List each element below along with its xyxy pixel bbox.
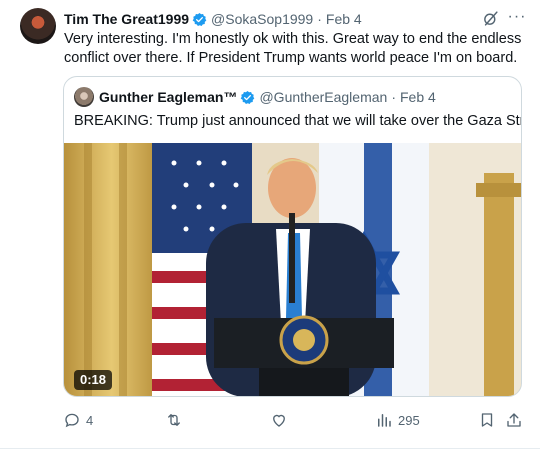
author-avatar[interactable]	[20, 8, 56, 44]
quoted-header: Gunther Eagleman™ @GuntherEagleman · Feb…	[74, 87, 436, 107]
tweet[interactable]: Tim The Great1999 @SokaSop1999 · Feb 4 ·…	[0, 0, 540, 449]
repost-button[interactable]	[165, 408, 188, 432]
separator-dot: ·	[317, 11, 322, 27]
like-icon	[273, 414, 285, 427]
views-count: 295	[398, 412, 420, 428]
views-icon	[378, 414, 391, 427]
video-player[interactable]: 0:18	[64, 143, 521, 396]
share-button[interactable]	[505, 408, 523, 432]
share-icon	[507, 413, 521, 427]
tweet-header: Tim The Great1999 @SokaSop1999 · Feb 4	[64, 9, 362, 29]
views-button[interactable]: 295	[375, 408, 420, 432]
quoted-author-name: Gunther Eagleman™	[99, 89, 238, 105]
quoted-tweet[interactable]: Gunther Eagleman™ @GuntherEagleman · Feb…	[63, 76, 522, 397]
author-handle[interactable]: @SokaSop1999	[211, 11, 313, 27]
more-icon[interactable]: ···	[506, 8, 528, 26]
quoted-date: Feb 4	[399, 89, 436, 105]
grok-icon[interactable]	[482, 10, 499, 27]
video-duration: 0:18	[74, 370, 113, 390]
action-bar: 4 295	[0, 408, 540, 432]
tweet-date[interactable]: Feb 4	[326, 11, 362, 27]
tweet-text: Very interesting. I'm honestly ok with t…	[64, 31, 522, 66]
reply-icon	[65, 413, 79, 428]
separator-dot: ·	[391, 89, 396, 105]
reply-button[interactable]: 4	[63, 408, 93, 432]
like-button[interactable]	[270, 408, 293, 432]
quoted-text: BREAKING: Trump just announced that we w…	[74, 113, 522, 129]
quoted-avatar	[74, 87, 94, 107]
reply-count: 4	[86, 412, 94, 428]
bookmark-icon	[481, 413, 493, 427]
author-name[interactable]: Tim The Great1999	[64, 11, 189, 27]
video-frame-image	[64, 143, 521, 396]
verified-badge-icon	[241, 90, 255, 104]
repost-icon	[168, 414, 180, 426]
quoted-author-handle: @GuntherEagleman	[259, 89, 388, 105]
verified-badge-icon	[192, 12, 207, 26]
bookmark-button[interactable]	[478, 408, 496, 432]
